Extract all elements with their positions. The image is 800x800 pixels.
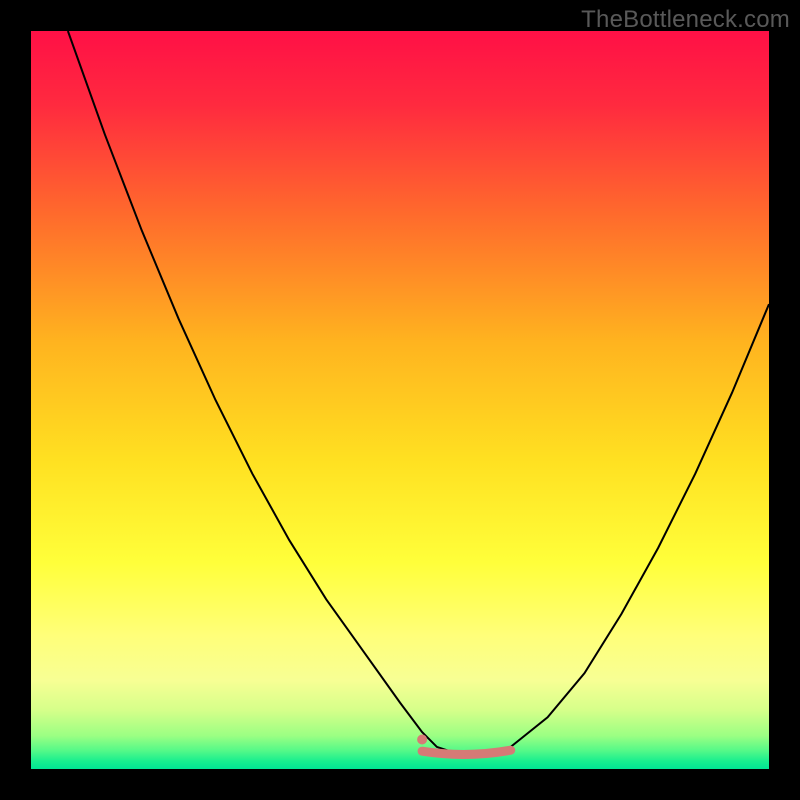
- bottleneck-curve: [68, 31, 769, 754]
- attribution-text: TheBottleneck.com: [581, 6, 790, 34]
- optimal-range-marker: [422, 750, 511, 754]
- plot-area: [31, 31, 769, 769]
- optimal-start-dot: [417, 735, 427, 745]
- curve-overlay: [31, 31, 769, 769]
